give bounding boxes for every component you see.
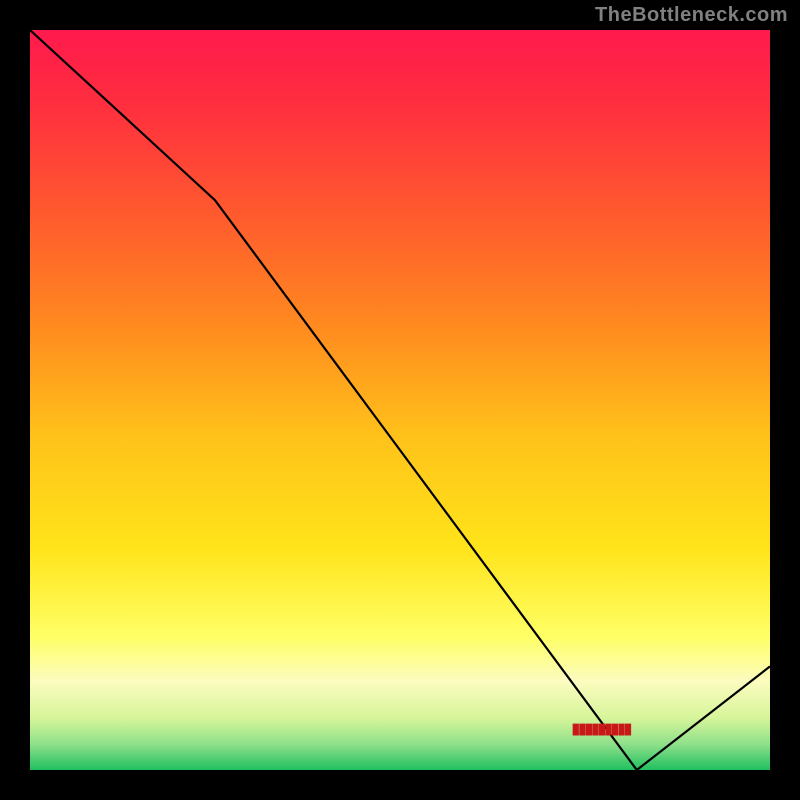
page-root: TheBottleneck.com █████████ <box>0 0 800 800</box>
chart-svg <box>30 30 770 770</box>
chart-background <box>30 30 770 770</box>
x-axis-annotation: █████████ <box>573 725 632 736</box>
attribution-text: TheBottleneck.com <box>595 4 788 27</box>
chart-area: █████████ <box>30 30 770 770</box>
